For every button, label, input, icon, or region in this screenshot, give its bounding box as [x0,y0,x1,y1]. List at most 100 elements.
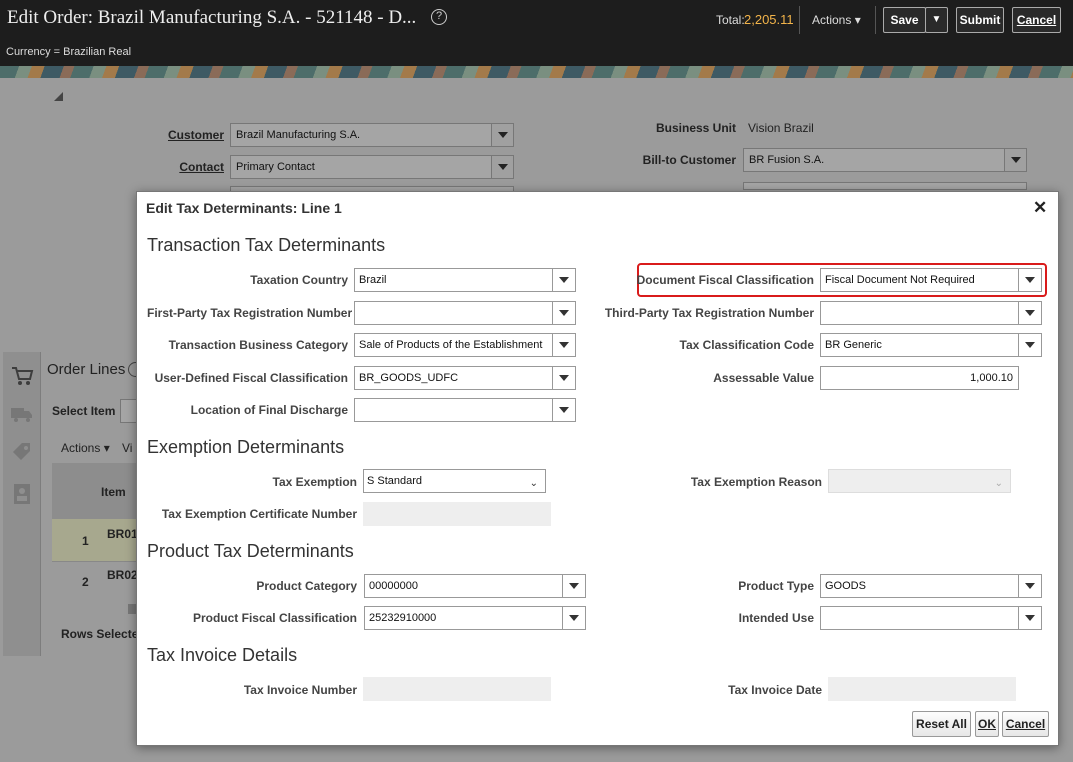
select-item-label: Select Item [52,404,116,418]
lines-actions-menu[interactable]: Actions ▾ [61,441,110,455]
decorative-banner [0,66,1073,78]
taxation-country-field[interactable]: Brazil [354,268,576,292]
taxation-country-value: Brazil [359,274,387,286]
tax-invoice-date-field[interactable] [828,677,1016,701]
tax-exemption-select[interactable]: S Standard ⌄ [363,469,546,493]
row-item: BR01 [107,527,138,541]
total-value: 2,205.11 [744,12,794,27]
currency-label: Currency = Brazilian Real [6,46,132,58]
section-title-transaction: Transaction Tax Determinants [147,235,386,255]
chevron-down-icon[interactable] [1018,334,1041,356]
section-title-invoice: Tax Invoice Details [147,645,298,665]
chevron-down-icon: ▾ [103,441,110,455]
actions-menu[interactable]: Actions ▾ [812,13,861,27]
truck-icon[interactable] [10,402,34,426]
product-type-field[interactable]: GOODS [820,574,1042,598]
close-icon[interactable]: ✕ [1033,198,1047,218]
row-item: BR02 [107,568,138,582]
chevron-down-icon: ▼ [931,14,942,25]
chevron-down-icon[interactable] [552,399,575,421]
transaction-business-category-field[interactable]: Sale of Products of the Establishment [354,333,576,357]
product-type-label: Product Type [738,579,814,593]
chevron-down-icon[interactable] [552,334,575,356]
order-lines-title: Order Lines [47,361,126,378]
cart-icon[interactable] [10,364,34,388]
product-category-field[interactable]: 00000000 [364,574,586,598]
customer-field[interactable]: Brazil Manufacturing S.A. [230,123,514,147]
first-party-field[interactable] [354,301,576,325]
first-party-label: First-Party Tax Registration Number [147,306,353,320]
tax-exemption-value: S Standard [367,475,423,487]
chevron-down-icon[interactable] [552,367,575,389]
tax-exemption-label: Tax Exemption [272,475,357,489]
document-fiscal-value: Fiscal Document Not Required [825,274,975,286]
assessable-value-field[interactable]: 1,000.10 [820,366,1019,390]
divider [799,6,800,34]
reset-all-button[interactable]: Reset All [912,711,971,737]
contact-field[interactable]: Primary Contact [230,155,514,179]
chevron-down-icon[interactable] [1018,607,1041,629]
bill-to-customer-field[interactable]: BR Fusion S.A. [743,148,1027,172]
save-options-button[interactable]: ▼ [925,7,948,33]
document-fiscal-field[interactable]: Fiscal Document Not Required [820,268,1042,292]
rows-selected-label: Rows Selecte [61,627,139,641]
contact-label[interactable]: Contact [140,160,224,174]
side-nav [3,352,41,656]
table-header: Item [52,463,137,519]
row-number: 1 [82,534,89,548]
divider [875,6,876,34]
save-button[interactable]: Save [883,7,926,33]
user-defined-fiscal-field[interactable]: BR_GOODS_UDFC [354,366,576,390]
chevron-down-icon[interactable] [1004,149,1026,171]
tag-icon[interactable] [10,440,34,464]
product-fiscal-value: 25232910000 [369,612,437,624]
user-defined-fiscal-label: User-Defined Fiscal Classification [154,371,348,385]
taxation-country-label: Taxation Country [250,273,348,287]
chevron-down-icon[interactable] [491,156,513,178]
table-row[interactable]: 2 BR02 [52,561,138,601]
product-fiscal-field[interactable]: 25232910000 [364,606,586,630]
transaction-business-category-value: Sale of Products of the Establishment [359,339,543,351]
chevron-down-icon: ▾ [854,13,861,27]
chevron-down-icon[interactable] [562,607,585,629]
tax-classification-code-field[interactable]: BR Generic [820,333,1042,357]
chevron-down-icon[interactable] [552,302,575,324]
help-icon[interactable]: ? [431,9,447,25]
tax-exemption-cert-field[interactable] [363,502,551,526]
intended-use-field[interactable] [820,606,1042,630]
product-fiscal-label: Product Fiscal Classification [192,611,357,625]
customer-value: Brazil Manufacturing S.A. [236,129,361,141]
tax-exemption-reason-select[interactable]: ⌄ [828,469,1011,493]
chevron-down-icon[interactable] [562,575,585,597]
cancel-button[interactable]: Cancel [1012,7,1061,33]
chevron-down-icon[interactable] [1018,575,1041,597]
chevron-down-icon[interactable] [1018,269,1041,291]
collapse-icon[interactable] [54,92,63,101]
location-final-discharge-field[interactable] [354,398,576,422]
location-final-discharge-label: Location of Final Discharge [190,403,348,417]
scrollbar[interactable] [128,604,136,614]
section-title-product: Product Tax Determinants [147,541,354,561]
page-header: Edit Order: Brazil Manufacturing S.A. - … [0,0,1073,66]
third-party-label: Third-Party Tax Registration Number [604,306,814,320]
view-menu[interactable]: Vi [122,441,132,455]
document-fiscal-label: Document Fiscal Classification [636,273,814,287]
transaction-business-category-label: Transaction Business Category [168,338,348,352]
chevron-down-icon[interactable] [552,269,575,291]
tax-classification-code-label: Tax Classification Code [679,338,814,352]
ok-button[interactable]: OK [975,711,999,737]
cancel-dialog-button[interactable]: Cancel [1002,711,1049,737]
item-column-header: Item [101,485,126,499]
chevron-down-icon[interactable] [491,124,513,146]
product-type-value: GOODS [825,580,866,592]
dialog-title: Edit Tax Determinants: Line 1 [146,200,342,216]
product-category-label: Product Category [256,579,357,593]
assessable-value-label: Assessable Value [713,371,814,385]
customer-label[interactable]: Customer [140,128,224,142]
third-party-field[interactable] [820,301,1042,325]
chevron-down-icon[interactable] [1018,302,1041,324]
table-row[interactable]: 1 BR01 [52,519,138,561]
submit-button[interactable]: Submit [956,7,1004,33]
tax-invoice-number-field[interactable] [363,677,551,701]
document-icon[interactable] [10,482,34,506]
